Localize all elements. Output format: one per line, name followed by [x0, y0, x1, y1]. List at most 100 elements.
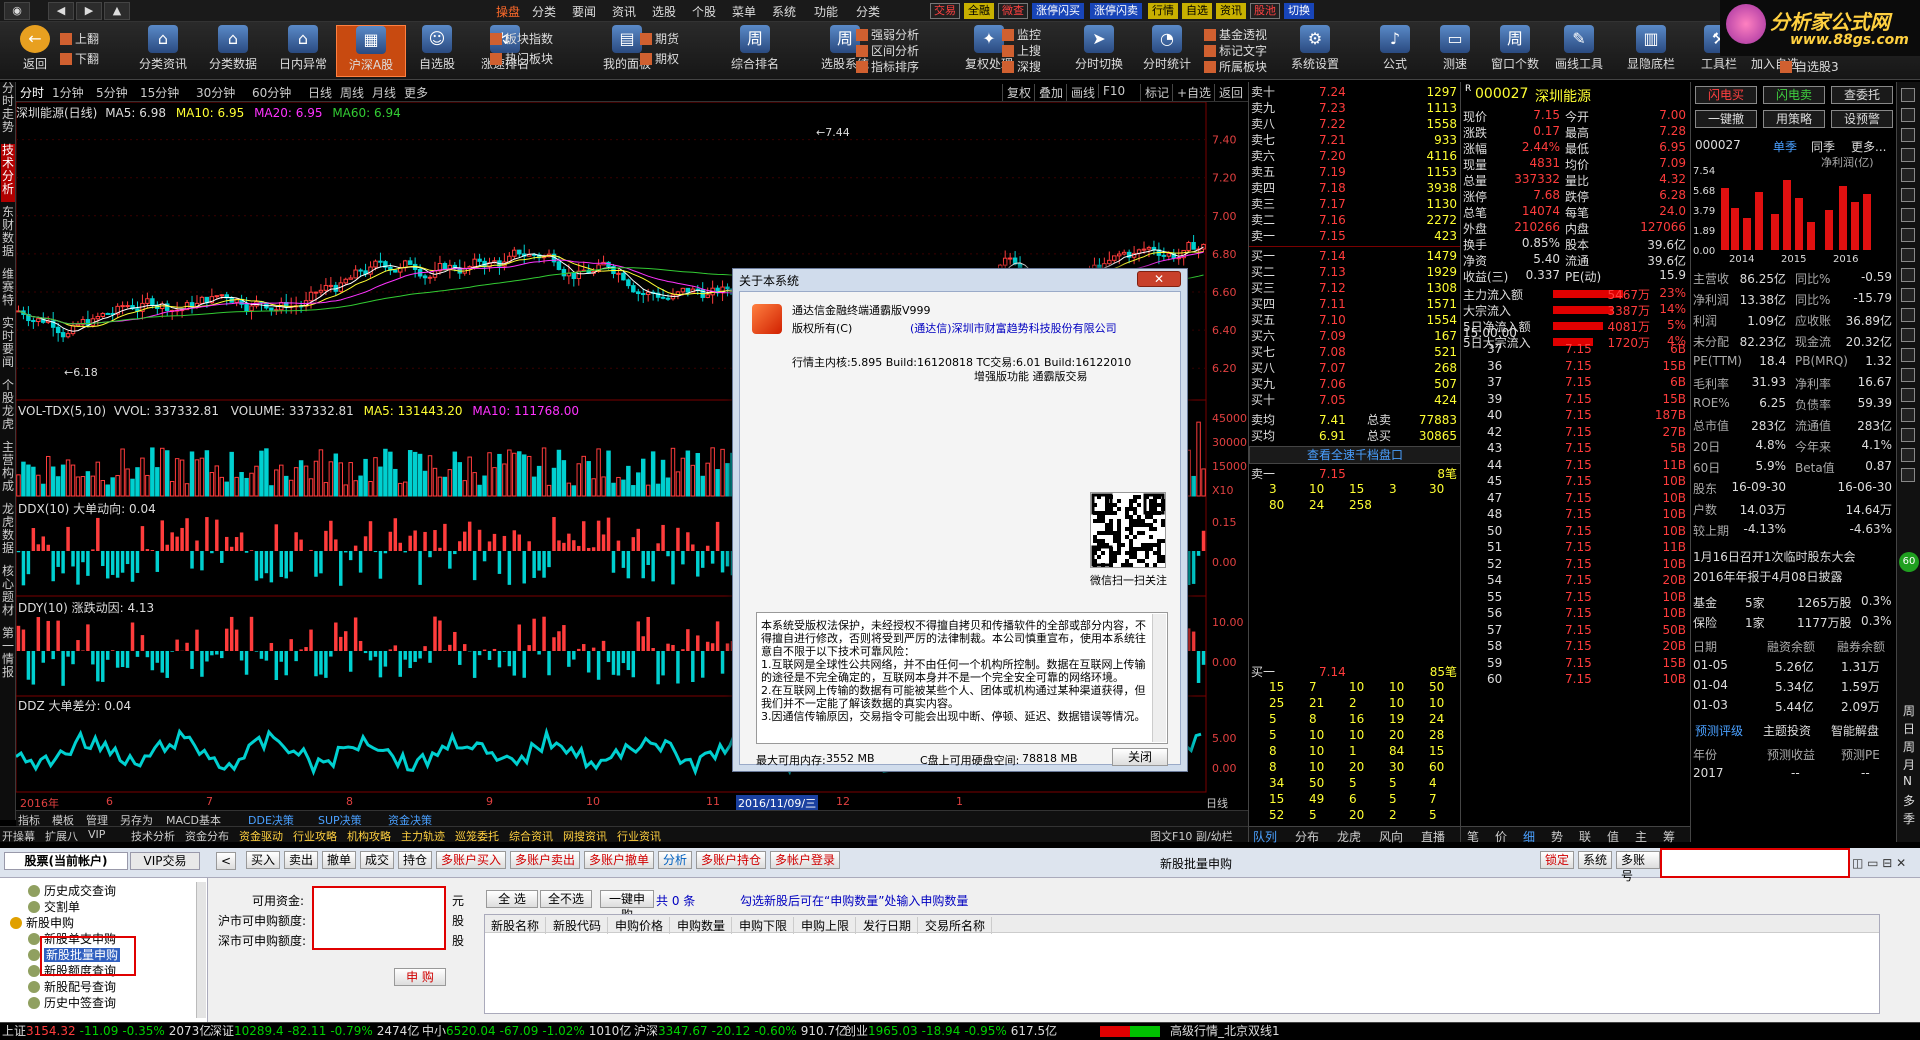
toolbar-small-button-4[interactable]: 期货	[640, 30, 679, 47]
menu-item-3[interactable]: 资讯	[612, 3, 636, 20]
quote-tab-3[interactable]: 风向	[1379, 828, 1403, 845]
index-quote-0[interactable]: 上证3154.32-11.09-0.35%2073亿	[2, 1023, 211, 1040]
index-quote-1[interactable]: 深证10289.4-82.11-0.79%2474亿	[210, 1023, 419, 1040]
side-tool-icon[interactable]	[1901, 248, 1915, 262]
bid-level-3[interactable]: 买四7.111571	[1249, 296, 1461, 312]
menu-item-4[interactable]: 选股	[652, 3, 676, 20]
toolbar-small-button-8[interactable]: 指标排序	[856, 58, 919, 75]
side-tool-icon[interactable]	[1901, 88, 1915, 102]
chart-tool-2[interactable]: 画线	[1066, 84, 1095, 101]
menu-quick-button-2[interactable]: 微查	[998, 3, 1028, 19]
toolbar-small-button-5[interactable]: 期权	[640, 50, 679, 67]
menu-quick-button-6[interactable]: 自选	[1182, 3, 1212, 19]
home-icon[interactable]: ◉	[4, 2, 30, 20]
toolbar-small-button-15[interactable]: 自选股3	[1780, 58, 1839, 75]
period-tab-0[interactable]: 分时	[20, 84, 44, 101]
pane-switch-tab[interactable]: 副/幼栏	[1196, 828, 1233, 844]
menu-quick-button-7[interactable]: 资讯	[1216, 3, 1246, 19]
period-tab-4[interactable]: 30分钟	[196, 84, 235, 101]
toolbar-button-17[interactable]: ✎画线工具	[1544, 25, 1614, 77]
license-scrollbar[interactable]	[1152, 614, 1166, 742]
toolbar-small-button-12[interactable]: 基金透视	[1204, 26, 1267, 43]
more-link[interactable]: 更多...	[1851, 138, 1886, 155]
left-tab-2[interactable]: 东财数据	[1, 206, 15, 264]
side-tool-icon[interactable]	[1901, 428, 1915, 442]
compare-tab[interactable]: 同季	[1811, 138, 1835, 155]
season-tab[interactable]: 单季	[1773, 138, 1797, 155]
side-tool-icon[interactable]	[1901, 128, 1915, 142]
index-quote-3[interactable]: 沪深3347.67-20.12-0.60%910.7亿	[634, 1023, 847, 1040]
ask-level-4[interactable]: 卖六7.204116	[1249, 148, 1461, 164]
trade-tool-10[interactable]: 多帐户登录	[770, 851, 840, 869]
function-tab-8[interactable]: 主力轨迹	[401, 828, 445, 844]
toolbar-small-button-7[interactable]: 区间分析	[856, 42, 919, 59]
chart-tool-3[interactable]: F10	[1098, 84, 1125, 98]
f10-button-5[interactable]: 设预警	[1831, 110, 1893, 128]
side-tool-icon[interactable]	[1901, 348, 1915, 362]
f10-button-0[interactable]: 闪电买	[1695, 86, 1757, 104]
figure-f10-tab[interactable]: 图文F10	[1150, 828, 1192, 844]
menu-item-1[interactable]: 分类	[532, 3, 556, 20]
period-tab-2[interactable]: 5分钟	[96, 84, 128, 101]
chart-tool-4[interactable]: 标记	[1140, 84, 1169, 101]
toolbar-small-button-2[interactable]: 板块指数	[490, 30, 553, 47]
side-tool-icon[interactable]	[1901, 468, 1915, 482]
trade-right-button-1[interactable]: 系统	[1578, 851, 1612, 869]
table-column-6[interactable]: 发行日期	[863, 917, 918, 934]
bid-level-7[interactable]: 买八7.07268	[1249, 360, 1461, 376]
f10-tab-2[interactable]: 智能解盘	[1831, 722, 1879, 739]
vip-tab[interactable]: VIP交易	[130, 852, 200, 870]
trade-right-button-0[interactable]: 锁定	[1540, 851, 1574, 869]
menu-item-9[interactable]: 分类	[856, 3, 880, 20]
left-tab-8[interactable]: 核心题材	[1, 565, 15, 623]
rightbar-label[interactable]: 周	[1903, 738, 1915, 755]
detail-tab-1[interactable]: 价	[1495, 828, 1507, 845]
menu-quick-button-4[interactable]: 涨停闪卖	[1090, 3, 1142, 19]
new-stock-table[interactable]: 新股名称新股代码申购价格申购数量申购下限申购上限发行日期交易所名称	[484, 914, 1880, 1014]
ask-level-7[interactable]: 卖三7.171130	[1249, 196, 1461, 212]
menu-item-5[interactable]: 个股	[692, 3, 716, 20]
menu-quick-button-8[interactable]: 股池	[1250, 3, 1280, 19]
bid-level-6[interactable]: 买七7.08521	[1249, 344, 1461, 360]
menu-quick-button-3[interactable]: 涨停闪买	[1032, 3, 1084, 19]
toolbar-button-13[interactable]: ⚙系统设置	[1280, 25, 1350, 77]
select-all-button[interactable]: 全 选	[486, 890, 538, 908]
rightbar-label[interactable]: 周	[1903, 702, 1915, 719]
detail-tab-5[interactable]: 值	[1607, 828, 1619, 845]
account-select-input[interactable]	[1660, 848, 1850, 878]
left-tab-6[interactable]: 主营构成	[1, 441, 15, 499]
side-tool-icon[interactable]	[1901, 148, 1915, 162]
period-tab-5[interactable]: 60分钟	[252, 84, 291, 101]
trade-tool-0[interactable]: 买入	[246, 851, 280, 869]
function-tab-11[interactable]: 网搜资讯	[563, 828, 607, 844]
side-tool-icon[interactable]	[1901, 408, 1915, 422]
trade-tool-1[interactable]: 卖出	[284, 851, 318, 869]
menu-item-6[interactable]: 菜单	[732, 3, 756, 20]
toolbar-small-button-1[interactable]: 下翻	[60, 50, 99, 67]
ask-level-5[interactable]: 卖五7.191153	[1249, 164, 1461, 180]
table-column-1[interactable]: 新股代码	[553, 917, 608, 934]
tree-item-7[interactable]: 历史中签查询	[28, 994, 116, 1010]
toolbar-button-18[interactable]: ▥显隐底栏	[1616, 25, 1686, 77]
detail-tab-3[interactable]: 势	[1551, 828, 1563, 845]
tree-item-6[interactable]: 新股配号查询	[28, 978, 116, 994]
bid-one-queue[interactable]: 买一7.1485笔	[1249, 664, 1461, 680]
period-tab-1[interactable]: 1分钟	[52, 84, 84, 101]
account-tab[interactable]: 股票(当前帐户)	[4, 852, 128, 870]
bid-level-0[interactable]: 买一7.141479	[1249, 248, 1461, 264]
toolbar-button-8[interactable]: 周综合排名	[720, 25, 790, 77]
toolbar-button-1[interactable]: ⌂分类资讯	[128, 25, 198, 77]
forward-arrow-icon[interactable]: ▶	[76, 2, 102, 20]
side-tool-icon[interactable]	[1901, 108, 1915, 122]
one-click-subscribe-button[interactable]: 一键申购	[600, 890, 654, 908]
period-tab-8[interactable]: 月线	[372, 84, 396, 101]
tree-scrollbar[interactable]	[196, 882, 206, 1018]
period-tab-6[interactable]: 日线	[308, 84, 332, 101]
side-tool-icon[interactable]	[1901, 308, 1915, 322]
period-tab-9[interactable]: 更多	[404, 84, 428, 101]
side-tool-icon[interactable]	[1901, 268, 1915, 282]
speed-gauge-icon[interactable]: 60	[1899, 552, 1919, 572]
back-button[interactable]: <	[216, 852, 240, 870]
dialog-close-icon[interactable]: ✕	[1137, 271, 1181, 287]
back-arrow-icon[interactable]: ◀	[48, 2, 74, 20]
